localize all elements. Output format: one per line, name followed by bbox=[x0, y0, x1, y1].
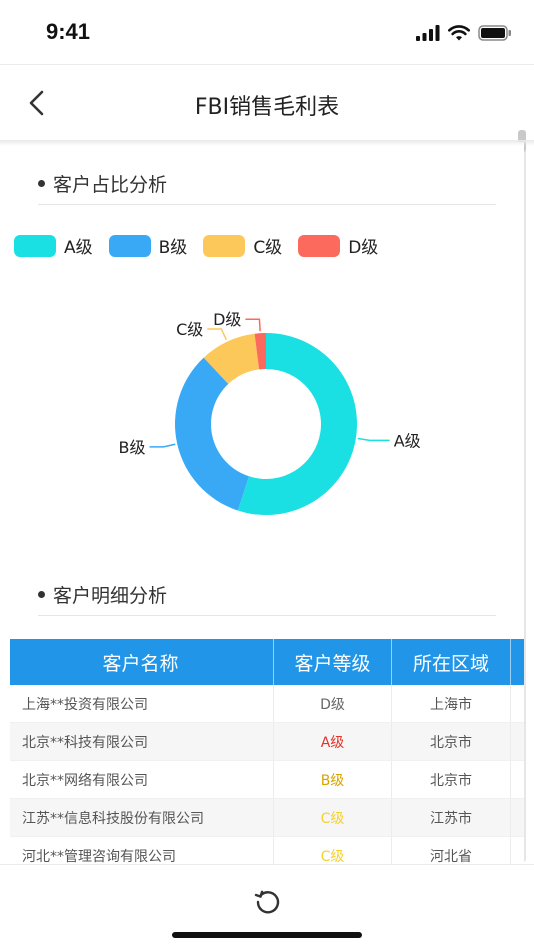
status-icons bbox=[416, 22, 512, 44]
cell-overflow bbox=[511, 761, 524, 798]
section-title-detail: 客户明细分析 bbox=[38, 581, 167, 608]
customer-share-donut-chart: A级 B级 C级 D级 bbox=[119, 310, 421, 515]
cell-customer-level: C级 bbox=[274, 799, 392, 836]
legend-swatch-c bbox=[203, 234, 246, 257]
legend-item-d[interactable]: D级 bbox=[298, 233, 378, 258]
cell-region: 北京市 bbox=[392, 761, 511, 798]
cell-region: 江苏市 bbox=[392, 799, 511, 836]
report-content: 客户占比分析 A级 B级 C级 D级 A级 B级 C级 D级 客户明细分析 客户名称 … bbox=[10, 142, 524, 864]
table-body: 上海**投资有限公司 D级 上海市 北京**科技有限公司 A级 北京市 北京**… bbox=[10, 685, 524, 864]
wifi-icon bbox=[448, 25, 470, 41]
bullet-dot bbox=[38, 591, 45, 598]
cell-customer-name: 北京**科技有限公司 bbox=[10, 723, 274, 760]
cellular-signal-icon bbox=[416, 25, 440, 41]
legend-item-a[interactable]: A级 bbox=[14, 233, 93, 258]
cell-overflow bbox=[511, 685, 524, 722]
donut-label-d: D级 bbox=[213, 310, 241, 329]
cell-region: 北京市 bbox=[392, 723, 511, 760]
content-top-shadow bbox=[0, 140, 534, 146]
status-bar: 9:41 bbox=[0, 0, 534, 64]
donut-label-c: C级 bbox=[176, 320, 203, 339]
section-title-share: 客户占比分析 bbox=[38, 170, 167, 197]
table-row[interactable]: 北京**网络有限公司 B级 北京市 bbox=[10, 761, 524, 799]
section-divider bbox=[38, 204, 496, 205]
section-title-share-text: 客户占比分析 bbox=[53, 174, 168, 196]
cell-customer-name: 北京**网络有限公司 bbox=[10, 761, 274, 798]
column-header-name[interactable]: 客户名称 bbox=[10, 639, 274, 685]
donut-leader-line-a bbox=[357, 437, 390, 442]
reload-icon[interactable] bbox=[252, 885, 284, 917]
cell-customer-level: C级 bbox=[274, 837, 392, 864]
home-indicator[interactable] bbox=[172, 932, 362, 938]
donut-leader-line-b bbox=[149, 443, 176, 448]
cell-overflow bbox=[511, 799, 524, 836]
donut-label-a: A级 bbox=[394, 431, 421, 450]
customer-detail-table: 客户名称 客户等级 所在区域 上海**投资有限公司 D级 上海市 北京**科技有… bbox=[10, 639, 524, 864]
column-header-overflow bbox=[511, 639, 524, 685]
cell-overflow bbox=[511, 723, 524, 760]
legend-swatch-d bbox=[298, 234, 341, 257]
column-header-level[interactable]: 客户等级 bbox=[274, 639, 392, 685]
legend-swatch-a bbox=[14, 234, 56, 257]
legend-label-a: A级 bbox=[64, 238, 93, 258]
cell-customer-name: 河北**管理咨询有限公司 bbox=[10, 837, 274, 864]
table-header: 客户名称 客户等级 所在区域 bbox=[10, 639, 524, 685]
table-row[interactable]: 河北**管理咨询有限公司 C级 河北省 bbox=[10, 837, 524, 864]
table-row[interactable]: 江苏**信息科技股份有限公司 C级 江苏市 bbox=[10, 799, 524, 837]
section-divider bbox=[38, 615, 496, 616]
donut-slice-b[interactable] bbox=[175, 357, 250, 511]
cell-region: 上海市 bbox=[392, 685, 511, 722]
nav-bar: FBI销售毛利表 bbox=[0, 64, 534, 140]
legend-label-b: B级 bbox=[158, 238, 188, 258]
battery-icon bbox=[478, 25, 511, 41]
cell-customer-level: B级 bbox=[274, 761, 392, 798]
cell-overflow bbox=[511, 837, 524, 864]
legend-item-b[interactable]: B级 bbox=[108, 233, 188, 258]
column-header-region[interactable]: 所在区域 bbox=[392, 639, 511, 685]
cell-customer-level: A级 bbox=[274, 723, 392, 760]
cell-customer-level: D级 bbox=[274, 685, 392, 722]
cell-customer-name: 江苏**信息科技股份有限公司 bbox=[10, 799, 274, 836]
chart-legend: A级 B级 C级 D级 bbox=[14, 233, 378, 258]
donut-leader-line-d bbox=[245, 318, 261, 332]
cell-customer-name: 上海**投资有限公司 bbox=[10, 685, 274, 722]
bottom-toolbar bbox=[0, 864, 534, 950]
table-row[interactable]: 北京**科技有限公司 A级 北京市 bbox=[10, 723, 524, 761]
legend-swatch-b bbox=[108, 234, 151, 257]
legend-item-c[interactable]: C级 bbox=[203, 233, 282, 258]
table-row[interactable]: 上海**投资有限公司 D级 上海市 bbox=[10, 685, 524, 723]
donut-label-b: B级 bbox=[119, 438, 146, 457]
page-title: FBI销售毛利表 bbox=[194, 95, 340, 120]
section-title-detail-text: 客户明细分析 bbox=[53, 585, 168, 607]
donut-leader-line-c bbox=[207, 328, 228, 341]
legend-label-d: D级 bbox=[348, 238, 379, 258]
bullet-dot bbox=[38, 180, 45, 187]
cell-region: 河北省 bbox=[392, 837, 511, 864]
legend-label-c: C级 bbox=[253, 238, 283, 258]
status-time: 9:41 bbox=[46, 19, 91, 44]
